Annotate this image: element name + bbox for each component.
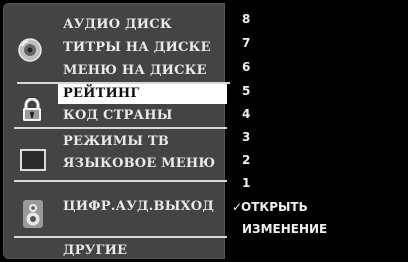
group-divider	[14, 180, 227, 182]
menu-item-disc-menu[interactable]: МЕНЮ НА ДИСКЕ	[63, 63, 207, 79]
menu-item-audio-disc[interactable]: АУДИО ДИСК	[63, 17, 172, 33]
speaker-icon	[22, 200, 44, 233]
padlock-icon	[21, 97, 43, 127]
menu-item-digital-audio-out[interactable]: ЦИФР.АУД.ВЫХОД	[63, 199, 214, 215]
tv-screen-icon	[20, 149, 46, 176]
group-divider	[14, 236, 227, 238]
rating-option-4[interactable]: 4	[242, 107, 250, 121]
group-divider	[14, 127, 227, 129]
rating-option-8[interactable]: 8	[242, 12, 250, 26]
rating-option-2[interactable]: 2	[242, 153, 250, 167]
rating-option-7[interactable]: 7	[242, 36, 250, 50]
rating-option-change[interactable]: ИЗМЕНЕНИЕ	[242, 222, 327, 236]
menu-item-rating[interactable]: РЕЙТИНГ	[63, 86, 140, 102]
rating-option-1[interactable]: 1	[242, 176, 250, 190]
rating-option-3[interactable]: 3	[242, 130, 250, 144]
menu-item-country-code[interactable]: КОД СТРАНЫ	[63, 108, 173, 124]
rating-option-6[interactable]: 6	[242, 60, 250, 74]
menu-item-disc-subtitles[interactable]: ТИТРЫ НА ДИСКЕ	[63, 40, 211, 56]
menu-item-tv-modes[interactable]: РЕЖИМЫ ТВ	[63, 134, 169, 150]
disc-icon	[17, 37, 43, 68]
menu-item-others[interactable]: ДРУГИЕ	[63, 243, 127, 259]
rating-option-5[interactable]: 5	[242, 84, 250, 98]
menu-item-menu-language[interactable]: ЯЗЫКОВОЕ МЕНЮ	[63, 156, 215, 172]
dvd-setup-screen: АУДИО ДИСК ТИТРЫ НА ДИСКЕ МЕНЮ НА ДИСКЕ …	[0, 0, 408, 262]
rating-option-unlock[interactable]: ОТКРЫТЬ	[241, 200, 308, 214]
